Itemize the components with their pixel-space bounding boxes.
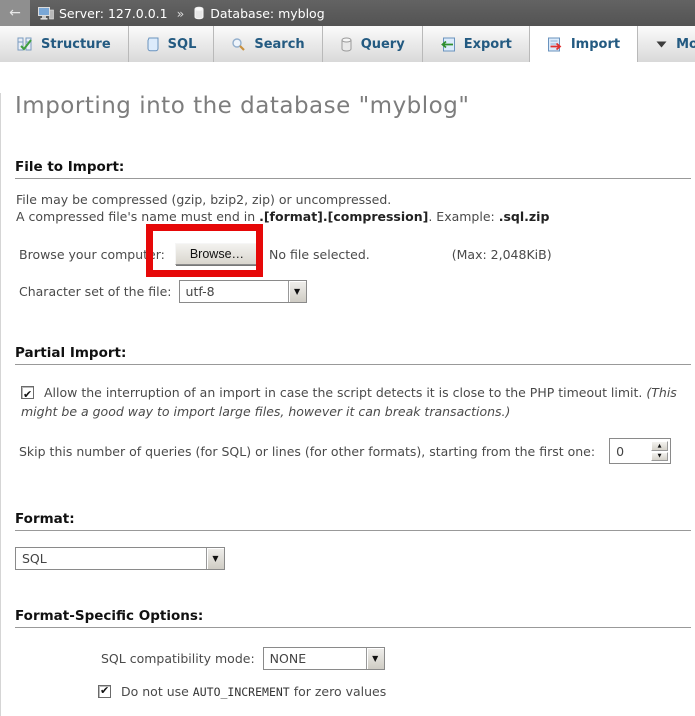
browse-row: Browse your computer: Browse… No file se… — [19, 241, 695, 267]
sql-compatibility-label: SQL compatibility mode: — [101, 651, 255, 666]
tab-query[interactable]: Query — [323, 26, 423, 62]
spinner-up-button[interactable]: ▲ — [651, 441, 668, 451]
compression-note-line2-mid: . Example: — [428, 209, 498, 224]
section-heading-format-specific-options: Format-Specific Options: — [15, 608, 691, 628]
breadcrumb-bar: ← Server: 127.0.0.1 » Database: myblog — [0, 0, 695, 26]
spinner-down-button[interactable]: ▼ — [651, 452, 668, 462]
auto-increment-checkbox[interactable] — [98, 685, 111, 698]
section-heading-partial-import: Partial Import: — [15, 345, 691, 365]
browse-label: Browse your computer: — [19, 247, 165, 262]
skip-queries-label: Skip this number of queries (for SQL) or… — [19, 444, 595, 459]
query-icon — [340, 37, 353, 52]
compression-note: File may be compressed (gzip, bzip2, zip… — [16, 191, 676, 225]
allow-interruption-checkbox[interactable] — [21, 386, 34, 399]
auto-increment-suffix: for zero values — [290, 684, 387, 699]
spinner-arrows: ▲ ▼ — [651, 441, 668, 461]
tab-import[interactable]: Import — [530, 26, 638, 62]
sql-compatibility-selected-value: NONE — [264, 648, 366, 669]
main-content: Importing into the database "myblog" Fil… — [0, 93, 695, 716]
tab-search[interactable]: Search — [214, 26, 322, 62]
export-icon — [440, 37, 456, 52]
sql-compatibility-row: SQL compatibility mode: NONE ▼ — [101, 646, 695, 670]
auto-increment-code: AUTO_INCREMENT — [193, 685, 290, 699]
tab-label: Query — [361, 37, 405, 52]
allow-interruption-row: Allow the interruption of an import in c… — [21, 383, 679, 421]
breadcrumb-database[interactable]: Database: myblog — [210, 6, 324, 21]
breadcrumb: Server: 127.0.0.1 » Database: myblog — [38, 6, 325, 21]
chevron-down-icon — [655, 40, 668, 49]
dropdown-arrow-icon: ▼ — [206, 548, 224, 569]
auto-increment-prefix: Do not use — [121, 684, 193, 699]
breadcrumb-server[interactable]: Server: 127.0.0.1 — [59, 6, 168, 21]
compression-note-line1: File may be compressed (gzip, bzip2, zip… — [16, 192, 391, 207]
dropdown-arrow-icon: ▼ — [288, 281, 306, 302]
tab-more[interactable]: More — [638, 26, 695, 62]
skip-queries-row: Skip this number of queries (for SQL) or… — [19, 437, 695, 465]
import-icon — [547, 37, 563, 52]
charset-selected-value: utf-8 — [180, 281, 288, 302]
structure-icon — [17, 37, 33, 52]
server-icon — [38, 6, 54, 21]
charset-row: Character set of the file: utf-8 ▼ — [19, 279, 695, 303]
tab-label: Import — [571, 37, 620, 52]
no-file-selected-text: No file selected. — [269, 247, 370, 262]
format-selected-value: SQL — [16, 548, 206, 569]
database-icon — [193, 6, 205, 20]
browse-button[interactable]: Browse… — [175, 243, 259, 265]
format-compression-pattern: .[format].[compression] — [259, 209, 428, 224]
section-heading-file-to-import: File to Import: — [15, 159, 691, 179]
auto-increment-row: Do not use AUTO_INCREMENT for zero value… — [98, 682, 695, 700]
sql-zip-example: .sql.zip — [499, 209, 550, 224]
back-arrow-button[interactable]: ← — [0, 0, 30, 26]
tab-bar: Structure SQL Search Query Export Import — [0, 26, 695, 63]
max-size-text: (Max: 2,048KiB) — [452, 247, 552, 262]
breadcrumb-separator: » — [177, 6, 185, 21]
sql-compatibility-select[interactable]: NONE ▼ — [263, 647, 385, 670]
tab-structure[interactable]: Structure — [0, 26, 129, 62]
tab-label: Structure — [41, 37, 111, 52]
charset-select[interactable]: utf-8 ▼ — [179, 280, 307, 303]
sql-icon — [146, 37, 160, 52]
tab-label: More — [676, 37, 695, 52]
format-select[interactable]: SQL ▼ — [15, 547, 225, 570]
tab-label: SQL — [168, 37, 197, 52]
skip-queries-value: 0 — [612, 441, 651, 461]
skip-queries-input[interactable]: 0 ▲ ▼ — [609, 438, 671, 464]
section-heading-format: Format: — [15, 511, 691, 531]
tab-label: Search — [254, 37, 304, 52]
charset-label: Character set of the file: — [19, 284, 172, 299]
dropdown-arrow-icon: ▼ — [366, 648, 384, 669]
tab-sql[interactable]: SQL — [129, 26, 215, 62]
allow-interruption-text: Allow the interruption of an import in c… — [44, 385, 646, 400]
page-title: Importing into the database "myblog" — [15, 93, 695, 119]
tab-label: Export — [464, 37, 512, 52]
compression-note-line2-prefix: A compressed file's name must end in — [16, 209, 259, 224]
auto-increment-text: Do not use AUTO_INCREMENT for zero value… — [121, 684, 386, 699]
search-icon — [231, 37, 246, 52]
tab-export[interactable]: Export — [423, 26, 530, 62]
